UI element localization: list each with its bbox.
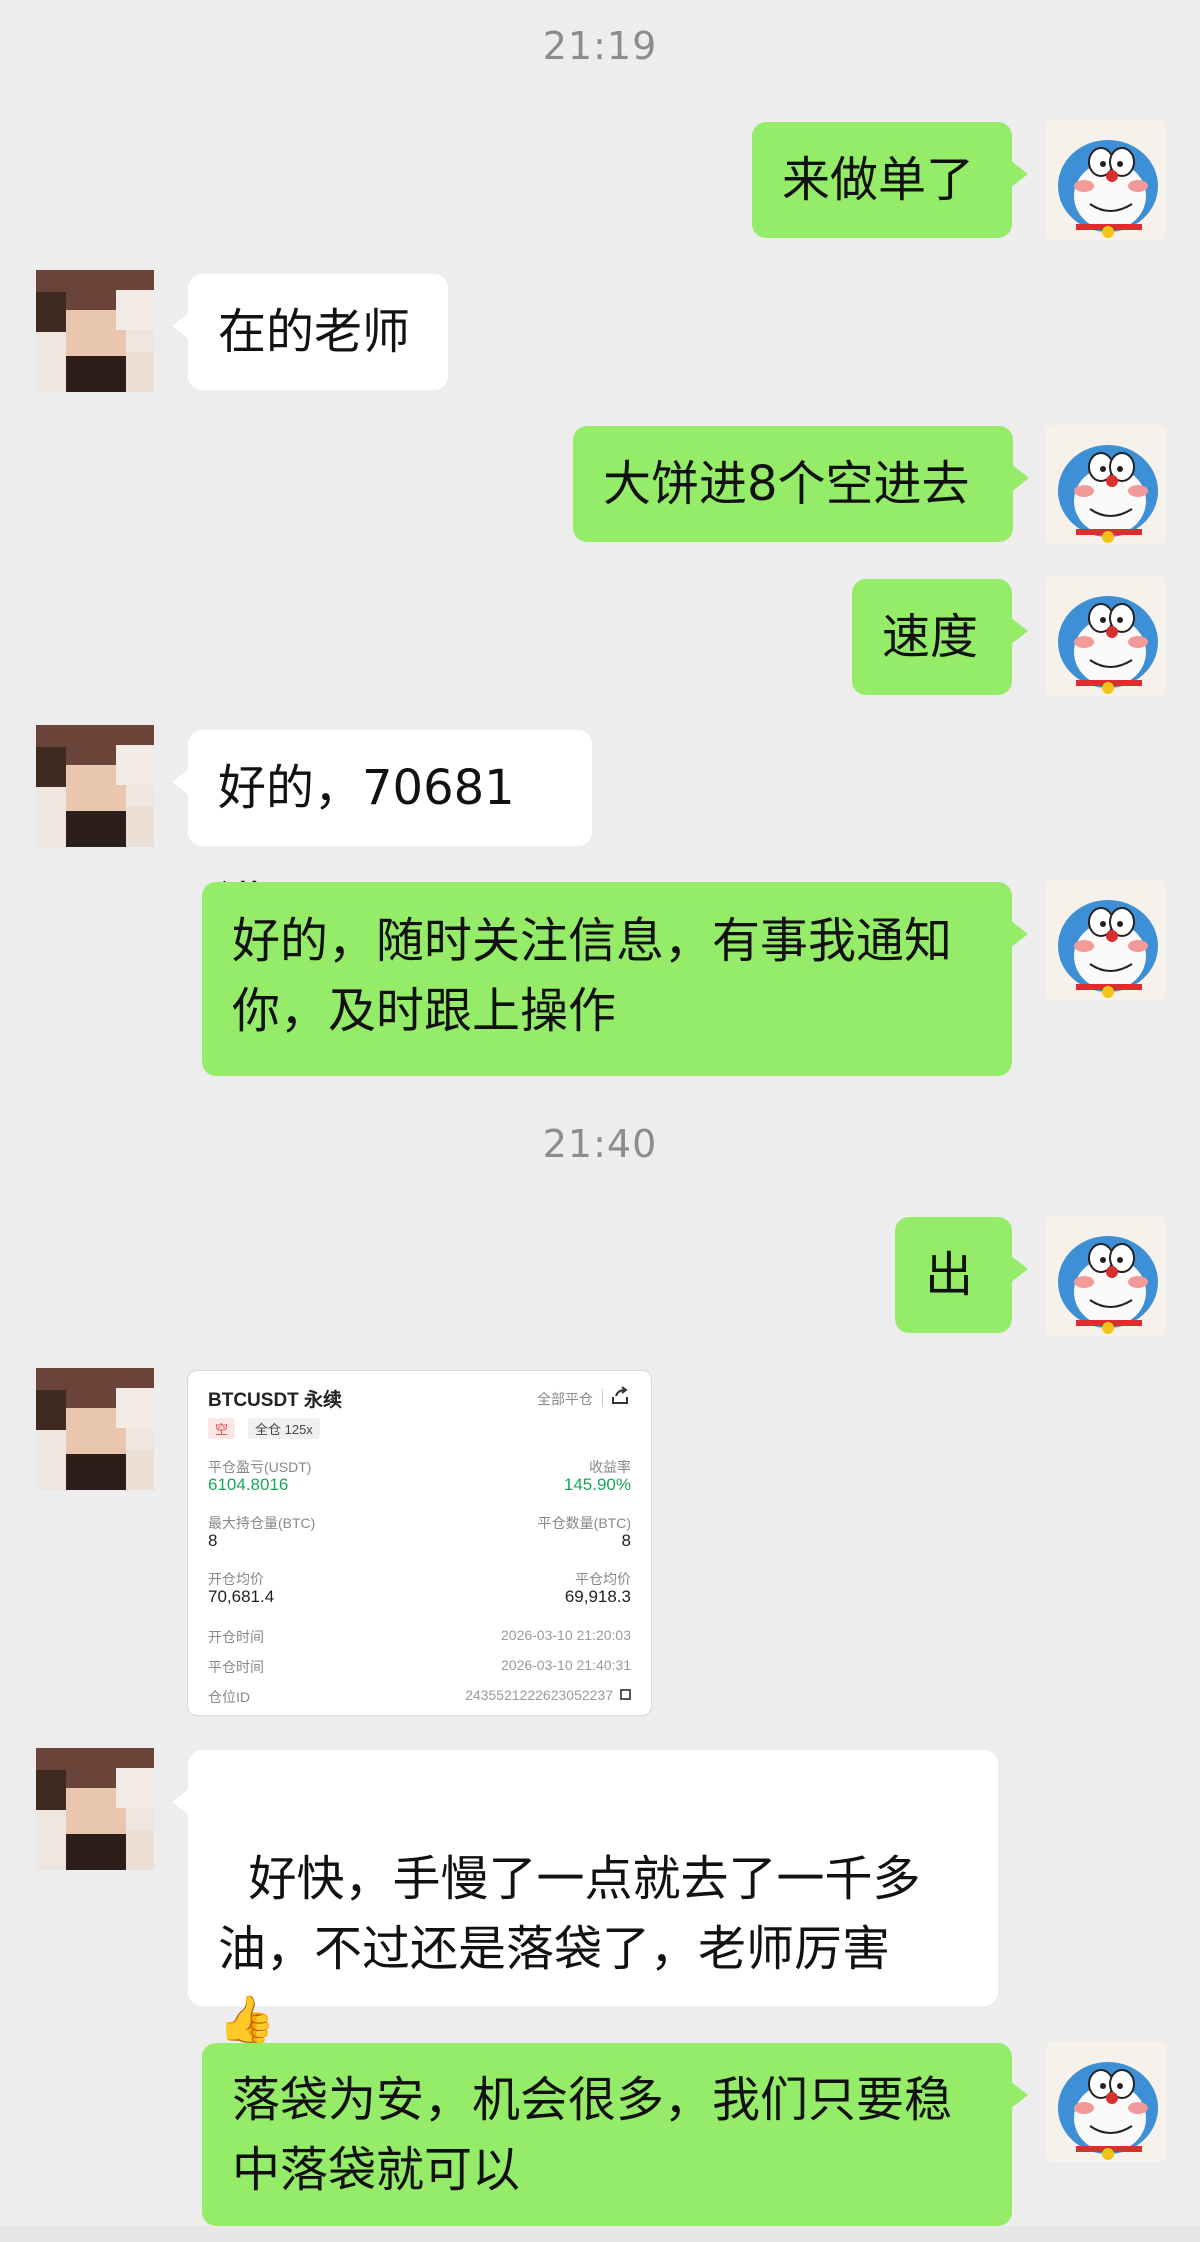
contact-avatar[interactable] [36,1748,154,1870]
close-time-value: 2026-03-10 21:40:31 [501,1657,631,1673]
roi-value: 145.90% [563,1475,631,1494]
contact-avatar[interactable] [36,725,154,847]
doraemon-avatar-icon [1046,576,1166,696]
message-bubble-other[interactable]: 在的老师 [172,274,448,390]
open-avg-value: 70,681.4 [208,1587,275,1606]
doraemon-avatar-icon [1046,2042,1166,2162]
close-time-label: 平仓时间 [208,1659,264,1675]
card-title: BTCUSDT 永续 [208,1390,343,1411]
my-avatar[interactable] [1046,120,1166,240]
roi-label: 收益率 [589,1459,631,1475]
contact-avatar-icon [36,1748,154,1870]
position-id-label: 仓位ID [208,1689,250,1705]
short-tag: 空 [208,1418,236,1439]
message-bubble-me[interactable]: 大饼进8个空进去 [573,426,1029,542]
position-id-value: 2435521222623052237 [465,1687,613,1703]
contact-avatar[interactable] [36,1368,154,1490]
doraemon-avatar-icon [1046,1216,1166,1336]
message-bubble-other[interactable]: 好快，手慢了一点就去了一千多 油，不过还是落袋了，老师厉害 👍 [172,1750,998,2046]
open-time-value: 2026-03-10 21:20:03 [501,1627,631,1643]
contact-avatar-icon [36,270,154,392]
max-position-value: 8 [208,1531,218,1550]
my-avatar[interactable] [1046,425,1166,545]
input-bar-edge [0,2226,1200,2242]
pnl-label: 平仓盈亏(USDT) [208,1459,312,1475]
my-avatar[interactable] [1046,2042,1166,2162]
max-position-label: 最大持仓量(BTC) [208,1515,316,1531]
margin-tag: 全仓 125x [248,1418,320,1439]
contact-avatar-icon [36,1368,154,1490]
pnl-value: 6104.8016 [208,1475,289,1494]
timestamp: 21:19 [542,24,658,68]
open-avg-label: 开仓均价 [208,1571,264,1587]
close-avg-label: 平仓均价 [575,1571,631,1587]
close-qty-value: 8 [621,1531,631,1550]
doraemon-avatar-icon [1046,120,1166,240]
contact-avatar-icon [36,725,154,847]
thumbs-up-icon: 👍 [218,1992,276,2046]
contact-avatar[interactable] [36,270,154,392]
message-text: 好快，手慢了一点就去了一千多 油，不过还是落袋了，老师厉害 [218,1851,921,1977]
message-bubble-me[interactable]: 来做单了 [752,122,1028,238]
doraemon-avatar-icon [1046,880,1166,1000]
divider [602,1389,603,1407]
close-all-label: 全部平仓 [537,1391,593,1407]
my-avatar[interactable] [1046,576,1166,696]
message-bubble-other[interactable]: 好的，70681进 [172,730,592,932]
my-avatar[interactable] [1046,880,1166,1000]
open-time-label: 开仓时间 [208,1629,264,1645]
doraemon-avatar-icon [1046,425,1166,545]
trade-screenshot-card[interactable]: BTCUSDT 永续 全部平仓 空 全仓 125x 平仓盈亏(USDT) 610… [187,1370,652,1716]
message-bubble-me[interactable]: 落袋为安，机会很多，我们只要稳 中落袋就可以 [202,2043,1028,2226]
share-icon [612,1386,628,1404]
close-avg-value: 69,918.3 [564,1587,631,1606]
close-qty-label: 平仓数量(BTC) [537,1515,631,1531]
copy-icon[interactable] [620,1689,631,1700]
message-bubble-me[interactable]: 速度 [852,579,1028,695]
message-bubble-me[interactable]: 好的，随时关注信息，有事我通知 你，及时跟上操作 [202,882,1028,1076]
message-bubble-me[interactable]: 出 [895,1217,1028,1333]
timestamp: 21:40 [542,1122,658,1166]
my-avatar[interactable] [1046,1216,1166,1336]
